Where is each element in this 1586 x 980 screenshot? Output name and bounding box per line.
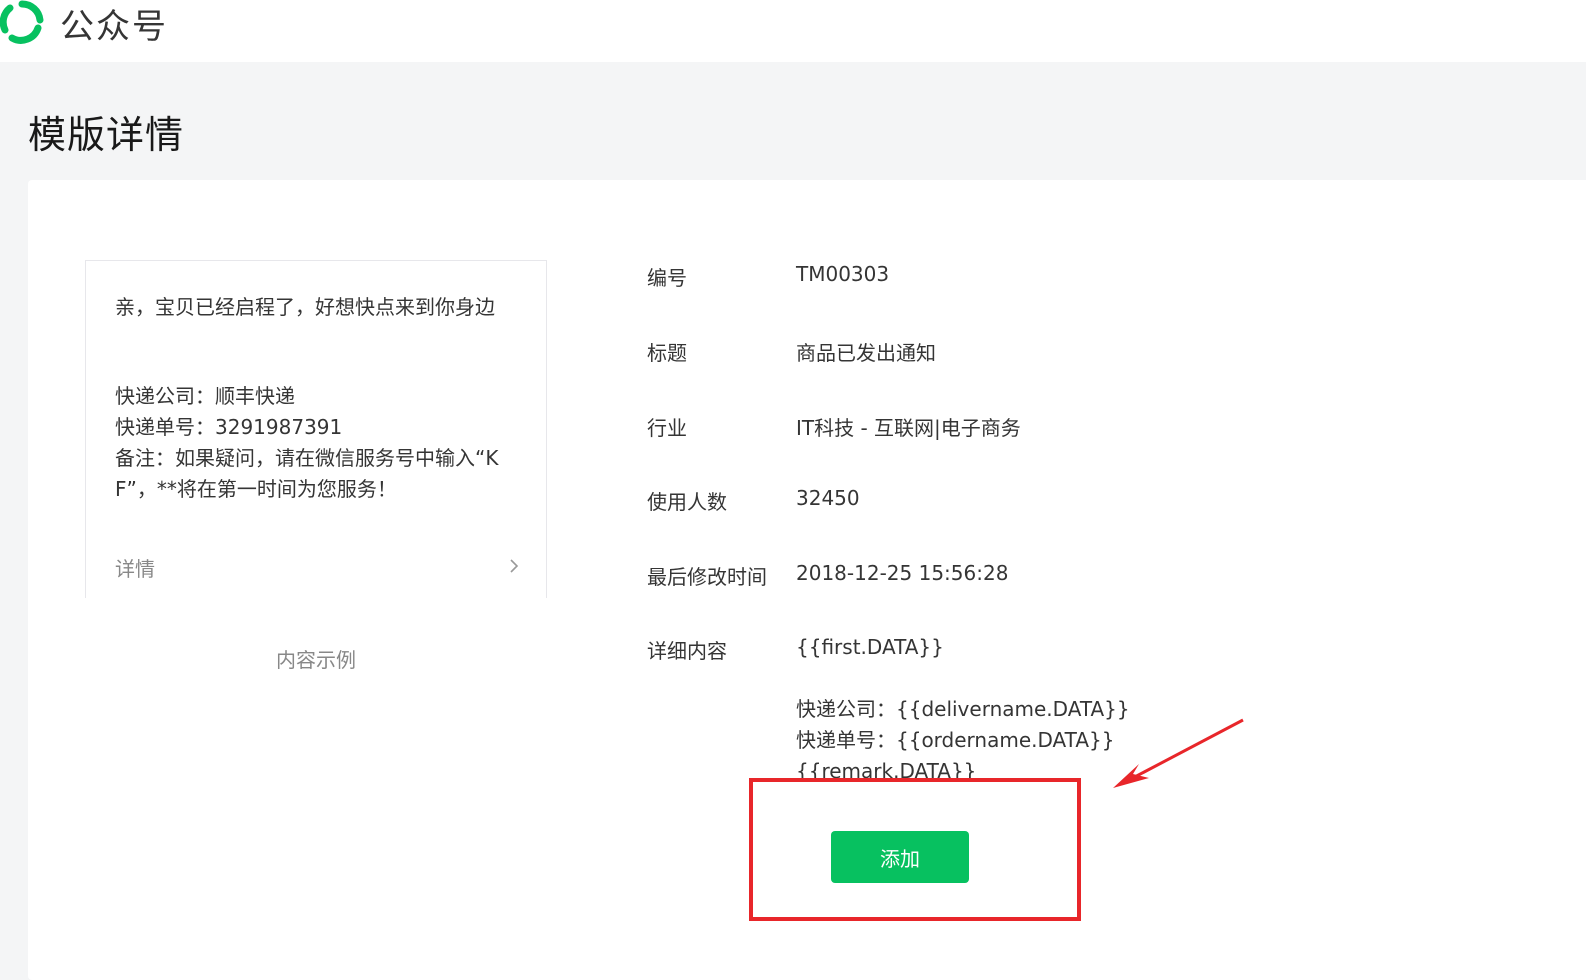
info-value: 2018-12-25 15:56:28 xyxy=(796,561,1009,585)
info-value: TM00303 xyxy=(796,262,890,286)
preview-detail-link[interactable]: 详情 xyxy=(115,553,520,581)
info-label: 编号 xyxy=(647,266,687,290)
top-bar: 公众号 xyxy=(0,0,1586,62)
message-preview: 亲，宝贝已经启程了，好想快点来到你身边 快递公司：顺丰快递 快递单号：32919… xyxy=(85,260,547,598)
preview-line: 快递公司：顺丰快递 xyxy=(115,384,295,408)
page-title: 模版详情 xyxy=(28,113,185,157)
info-label: 标题 xyxy=(647,341,687,365)
wechat-official-account-logo-icon[interactable] xyxy=(0,0,48,46)
content-line: 快递公司：{{delivername.DATA}} xyxy=(796,697,1130,721)
info-value: 32450 xyxy=(796,486,860,510)
content-line: 快递单号：{{ordername.DATA}} xyxy=(796,728,1115,752)
preview-line: 备注：如果疑问，请在微信服务号中输入“KF”，**将在第一时间为您服务！ xyxy=(115,446,499,501)
info-value: 商品已发出通知 xyxy=(796,341,936,365)
content-fields: 快递公司：{{delivername.DATA}} 快递单号：{{orderna… xyxy=(796,694,1130,787)
preview-body: 快递公司：顺丰快递 快递单号：3291987391 备注：如果疑问，请在微信服务… xyxy=(115,381,515,505)
info-label: 详细内容 xyxy=(647,639,727,663)
info-value: IT科技 - 互联网|电子商务 xyxy=(796,416,1021,440)
add-button[interactable]: 添加 xyxy=(831,831,969,883)
chevron-right-icon xyxy=(510,559,519,573)
brand-name[interactable]: 公众号 xyxy=(60,0,168,48)
preview-line: 快递单号：3291987391 xyxy=(115,415,343,439)
annotation-arrow-icon xyxy=(1113,718,1244,788)
info-value: {{first.DATA}} xyxy=(796,635,944,659)
info-label: 最后修改时间 xyxy=(647,565,767,589)
preview-title: 亲，宝贝已经启程了，好想快点来到你身边 xyxy=(115,295,495,319)
info-label: 使用人数 xyxy=(647,490,727,514)
preview-detail-label: 详情 xyxy=(115,557,155,581)
preview-caption: 内容示例 xyxy=(276,648,356,672)
info-label: 行业 xyxy=(647,416,687,440)
